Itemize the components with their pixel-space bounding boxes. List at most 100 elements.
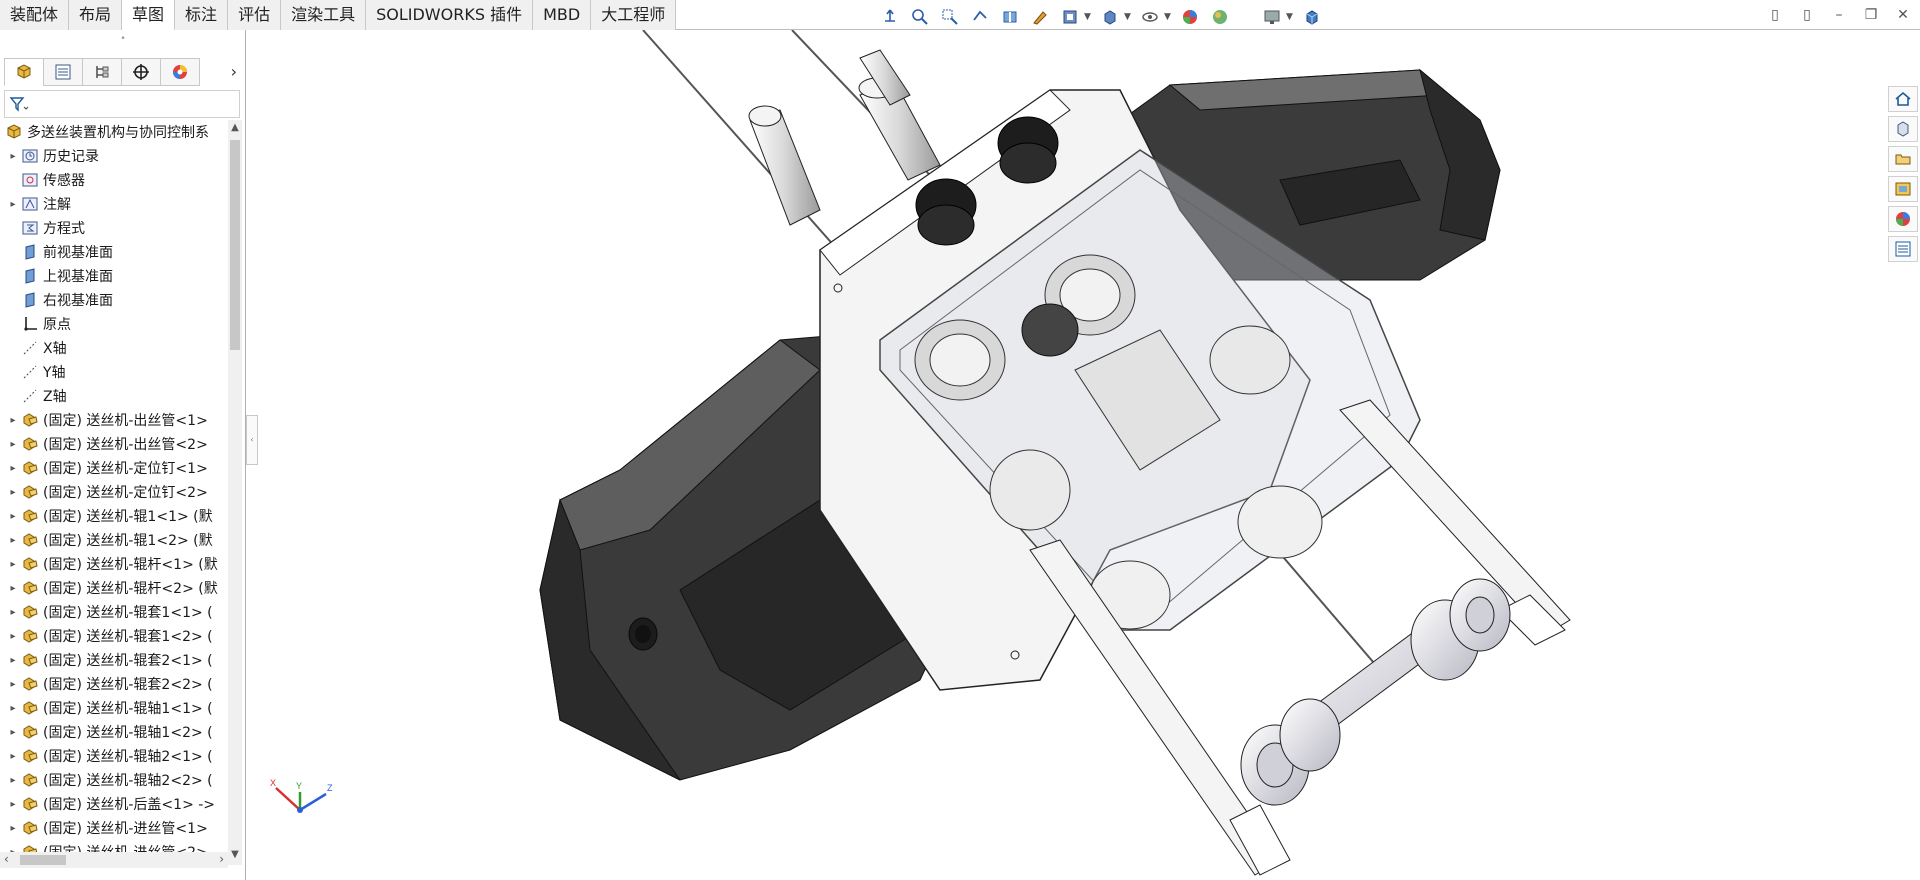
- tree-item[interactable]: 传感器: [0, 168, 228, 192]
- tab-0[interactable]: 装配体: [0, 0, 70, 30]
- tree-item[interactable]: ▸ (固定) 送丝机-辊套2<2> (: [0, 672, 228, 696]
- tree-item[interactable]: ▸ (固定) 送丝机-辊1<1> (默: [0, 504, 228, 528]
- scrollbar-thumb[interactable]: [230, 140, 240, 350]
- expand-arrow-icon[interactable]: ▸: [6, 559, 20, 570]
- tree-item[interactable]: ▸ (固定) 送丝机-辊轴1<1> (: [0, 696, 228, 720]
- tab-7[interactable]: MBD: [533, 0, 592, 30]
- expand-arrow-icon[interactable]: ▸: [6, 535, 20, 546]
- chevron-down-icon[interactable]: ▼: [1286, 12, 1294, 22]
- tab-8[interactable]: 大工程师: [591, 0, 677, 30]
- expand-arrow-icon[interactable]: ▸: [6, 799, 20, 810]
- dimxpert-icon[interactable]: [121, 58, 161, 86]
- expand-arrow-icon[interactable]: ▸: [6, 823, 20, 834]
- home-icon[interactable]: [1888, 86, 1918, 112]
- expand-arrow-icon[interactable]: ▸: [6, 655, 20, 666]
- panel-collapse-handle[interactable]: ‹: [246, 415, 258, 465]
- tab-4[interactable]: 评估: [228, 0, 282, 30]
- scroll-right-icon[interactable]: ›: [219, 852, 224, 866]
- tree-item[interactable]: 上视基准面: [0, 264, 228, 288]
- chevron-down-icon[interactable]: ▼: [1084, 12, 1092, 22]
- previous-view-icon[interactable]: [968, 6, 992, 28]
- panel-grip-icon[interactable]: •: [0, 34, 246, 46]
- tree-item[interactable]: ▸ (固定) 送丝机-辊1<2> (默: [0, 528, 228, 552]
- expand-arrow-icon[interactable]: ▸: [6, 199, 20, 210]
- tree-item[interactable]: ▸ (固定) 送丝机-辊轴2<1> (: [0, 744, 228, 768]
- tree-item[interactable]: 原点: [0, 312, 228, 336]
- tab-3[interactable]: 标注: [175, 0, 229, 30]
- expand-arrow-icon[interactable]: ▸: [6, 775, 20, 786]
- expand-arrow-icon[interactable]: ▸: [6, 415, 20, 426]
- featuremanager-icon[interactable]: [4, 58, 44, 86]
- tree-item[interactable]: ▸ (固定) 送丝机-辊杆<2> (默: [0, 576, 228, 600]
- dynamic-annotation-icon[interactable]: [1028, 6, 1052, 28]
- view-palette-icon[interactable]: [1888, 176, 1918, 202]
- tab-2[interactable]: 草图: [122, 0, 176, 30]
- minimize-icon[interactable]: –: [1830, 6, 1848, 24]
- tree-item[interactable]: ▸ (固定) 送丝机-辊套1<2> (: [0, 624, 228, 648]
- expand-arrow-icon[interactable]: ▸: [6, 727, 20, 738]
- view-orientation-icon[interactable]: [878, 6, 902, 28]
- expand-arrow-icon[interactable]: ▸: [6, 463, 20, 474]
- display-style-icon[interactable]: [1098, 6, 1122, 28]
- chevron-down-icon[interactable]: ▼: [1164, 12, 1172, 22]
- tree-filter[interactable]: [4, 90, 240, 118]
- tab-6[interactable]: SOLIDWORKS 插件: [366, 0, 534, 30]
- tree-item[interactable]: X轴: [0, 336, 228, 360]
- restore-icon[interactable]: ❐: [1862, 6, 1880, 24]
- propertymanager-icon[interactable]: [43, 58, 83, 86]
- tree-item[interactable]: ▸ 历史记录: [0, 144, 228, 168]
- apply-scene-icon[interactable]: [1208, 6, 1232, 28]
- zoom-to-area-icon[interactable]: [938, 6, 962, 28]
- feed-rollers[interactable]: [1240, 578, 1511, 806]
- tree-item[interactable]: ▸ (固定) 送丝机-辊套1<1> (: [0, 600, 228, 624]
- tree-item[interactable]: ▸ (固定) 送丝机-辊杆<1> (默: [0, 552, 228, 576]
- scroll-up-icon[interactable]: ▲: [228, 122, 242, 136]
- tree-item[interactable]: 方程式: [0, 216, 228, 240]
- graphics-area[interactable]: [260, 30, 1880, 880]
- file-explorer-icon[interactable]: [1888, 146, 1918, 172]
- view-monitor-icon[interactable]: [1260, 6, 1284, 28]
- expand-arrow-icon[interactable]: ▸: [6, 439, 20, 450]
- design-library-icon[interactable]: [1888, 116, 1918, 142]
- scroll-down-icon[interactable]: ▼: [228, 849, 242, 863]
- tree-item[interactable]: Y轴: [0, 360, 228, 384]
- expand-arrow-icon[interactable]: ▸: [6, 703, 20, 714]
- tree-item[interactable]: 前视基准面: [0, 240, 228, 264]
- tab-5[interactable]: 渲染工具: [281, 0, 367, 30]
- tree-item[interactable]: ▸ (固定) 送丝机-进丝管<1>: [0, 816, 228, 840]
- expand-arrow-icon[interactable]: ▸: [6, 487, 20, 498]
- tree-item[interactable]: ▸ (固定) 送丝机-辊轴1<2> (: [0, 720, 228, 744]
- tile-left-icon[interactable]: ▯: [1766, 6, 1784, 24]
- custom-properties-icon[interactable]: [1888, 236, 1918, 262]
- view-cube-icon[interactable]: [1300, 6, 1324, 28]
- tree-root-assembly[interactable]: 多送丝装置机构与协同控制系: [0, 120, 228, 144]
- tree-item[interactable]: ▸ (固定) 送丝机-定位钉<1>: [0, 456, 228, 480]
- expand-arrow-icon[interactable]: ▸: [6, 583, 20, 594]
- expand-arrow-icon[interactable]: ▸: [6, 511, 20, 522]
- zoom-to-fit-icon[interactable]: [908, 6, 932, 28]
- tree-item[interactable]: ▸ (固定) 送丝机-出丝管<2>: [0, 432, 228, 456]
- scroll-left-icon[interactable]: ‹: [4, 852, 9, 866]
- expand-arrow-icon[interactable]: ▸: [6, 679, 20, 690]
- tree-item[interactable]: ▸ (固定) 送丝机-辊轴2<2> (: [0, 768, 228, 792]
- edit-appearance-icon[interactable]: [1178, 6, 1202, 28]
- tree-item[interactable]: ▸ (固定) 送丝机-出丝管<1>: [0, 408, 228, 432]
- expand-arrow-icon[interactable]: ▸: [6, 151, 20, 162]
- tree-item[interactable]: ▸ 注解: [0, 192, 228, 216]
- section-view-icon[interactable]: [998, 6, 1022, 28]
- tree-item[interactable]: ▸ (固定) 送丝机-后盖<1> ->: [0, 792, 228, 816]
- tab-1[interactable]: 布局: [69, 0, 123, 30]
- expand-arrow-icon[interactable]: ▸: [6, 607, 20, 618]
- tree-item[interactable]: ▸ (固定) 送丝机-辊套2<1> (: [0, 648, 228, 672]
- tree-item[interactable]: 右视基准面: [0, 288, 228, 312]
- close-icon[interactable]: ✕: [1894, 6, 1912, 24]
- tree-item[interactable]: Z轴: [0, 384, 228, 408]
- hide-show-icon[interactable]: [1138, 6, 1162, 28]
- expand-arrow-icon[interactable]: ▸: [6, 631, 20, 642]
- displaymanager-icon[interactable]: [160, 58, 200, 86]
- tile-right-icon[interactable]: ▯: [1798, 6, 1816, 24]
- expand-arrow-icon[interactable]: ▸: [6, 751, 20, 762]
- chevron-down-icon[interactable]: ▼: [1124, 12, 1132, 22]
- tree-item[interactable]: ▸ (固定) 送丝机-定位钉<2>: [0, 480, 228, 504]
- view-settings-icon[interactable]: [1058, 6, 1082, 28]
